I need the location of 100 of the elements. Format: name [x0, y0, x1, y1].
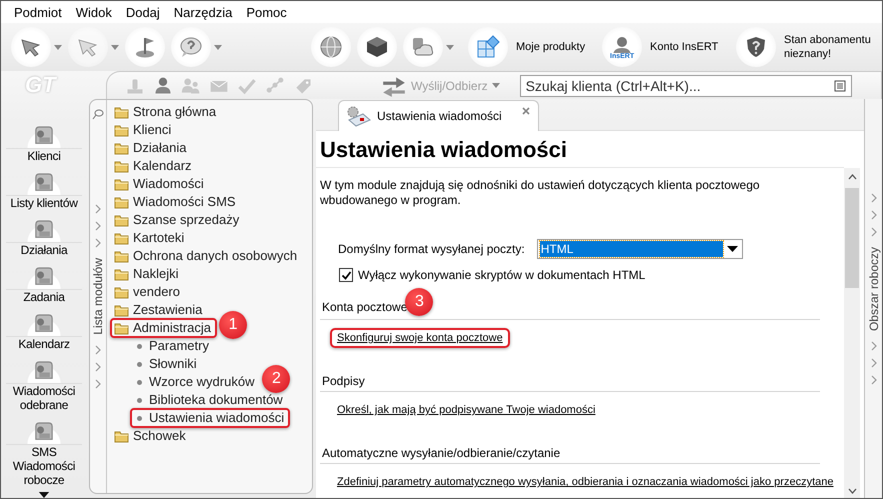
settings-link[interactable]: Określ, jak mają być podpisywane Twoje wiadomości [330, 400, 602, 420]
menu-item[interactable]: Podmiot [7, 4, 69, 20]
format-dropdown[interactable]: HTML [536, 239, 743, 259]
settings-link[interactable]: Skonfiguruj swoje konta pocztowe [330, 328, 510, 348]
bullet-icon [137, 344, 142, 348]
toolbar-button[interactable] [357, 27, 397, 67]
search-field[interactable]: Szukaj klienta (Ctrl+Alt+K)... [520, 74, 852, 96]
cube-icon [365, 35, 389, 59]
tree-item[interactable]: Schowek [110, 426, 192, 446]
folder-icon [114, 195, 129, 209]
tree-item[interactable]: Zestawienia [110, 300, 208, 320]
callout-badge: 1 [219, 311, 248, 339]
section-title: Podpisy [322, 374, 365, 388]
folder-icon [114, 105, 129, 119]
tab[interactable]: Ustawienia wiadomości [338, 100, 539, 131]
tree-item[interactable]: Słowniki [130, 354, 203, 374]
chevron-icon [95, 362, 101, 372]
nav-item[interactable]: Wiadomości odebrane [6, 354, 82, 415]
button-label: Stan abonamentu nieznany! [784, 33, 872, 61]
caret-icon [111, 44, 119, 50]
folder-icon [114, 123, 129, 137]
caret-icon [54, 44, 62, 50]
section-title: Konta pocztowe [322, 300, 408, 314]
tree-item[interactable]: Ustawienia wiadomości [130, 408, 290, 428]
tree-item[interactable]: Wiadomości SMS [110, 192, 242, 212]
chevron-icon [95, 378, 101, 389]
description-text: W tym module znajdują się odnośniki do ustawień dotyczących klienta pocztowego wbudowanego w program. [320, 178, 761, 208]
folder-icon [114, 267, 129, 281]
callout-badge: 2 [262, 365, 290, 393]
chevron-icon [95, 344, 101, 355]
tiles-icon [476, 35, 500, 59]
tree-item[interactable]: Kalendarz [110, 156, 198, 176]
settings-link[interactable]: Zdefiniuj parametry automatycznego wysyłania, odbierania i oznaczania wiadomości jako przeczytane [330, 472, 840, 492]
chevron-icon [870, 358, 876, 368]
toolbar-button[interactable] [11, 27, 62, 67]
caret-icon [492, 83, 500, 88]
tree-item[interactable]: Parametry [130, 336, 215, 356]
folder-icon [114, 429, 129, 443]
network-icon [265, 76, 285, 96]
checkbox[interactable] [339, 268, 353, 282]
tree-item[interactable]: Biblioteka dokumentów [130, 390, 289, 410]
bullet-icon [137, 380, 142, 384]
tree-item[interactable]: Klienci [110, 120, 178, 140]
toolbar-button[interactable]: Moje produkty [468, 27, 588, 67]
scroll-down-icon[interactable] [38, 492, 50, 498]
panel-title[interactable]: Obszar roboczy [866, 247, 880, 332]
gear-icon [345, 105, 371, 127]
menu-item[interactable]: Narzędzia [166, 4, 240, 20]
tree-item[interactable]: Naklejki [110, 264, 185, 284]
scroll-up-icon[interactable] [848, 174, 857, 180]
bullet-icon [137, 416, 142, 420]
checkbox-label[interactable]: Wyłącz wykonywanie skryptów w dokumentach HTML [358, 268, 646, 282]
nav-item[interactable]: SMS Wiadomości robocze [6, 415, 82, 490]
folder-icon [114, 321, 129, 335]
scrollbar[interactable] [844, 168, 860, 498]
help-icon [179, 35, 203, 59]
chevron-icon [870, 341, 876, 352]
tree-item[interactable]: Działania [110, 138, 192, 158]
folder-icon [114, 213, 129, 227]
bullet-icon [137, 398, 142, 402]
panel-title[interactable]: Lista modułów [91, 258, 105, 335]
page-title: Ustawienia wiadomości [316, 131, 844, 168]
menu-item[interactable]: Pomoc [239, 4, 294, 20]
menu-item[interactable]: Dodaj [118, 4, 167, 20]
close-icon[interactable] [522, 107, 530, 115]
caret-icon [214, 44, 222, 50]
tree-item[interactable]: Wzorce wydruków [130, 372, 260, 392]
list-icon[interactable] [834, 80, 846, 92]
menu-item[interactable]: Widok [68, 4, 119, 20]
globe-icon [319, 35, 343, 59]
caret-icon [446, 44, 454, 50]
folder-icon [114, 231, 129, 245]
people-icon [181, 76, 201, 96]
folder-icon [114, 303, 129, 317]
button-label: Moje produkty [516, 40, 586, 54]
chevron-icon [870, 375, 876, 386]
callout-badge: 3 [405, 288, 434, 316]
caret-icon [726, 246, 738, 252]
tree-item[interactable]: Wiadomości [110, 174, 210, 194]
tree-item[interactable]: Strona główna [110, 102, 222, 122]
flag-icon [133, 35, 157, 59]
scroll-down-icon[interactable] [848, 488, 857, 494]
section-title: Automatyczne wysyłanie/odbieranie/czytanie [322, 446, 560, 460]
tree-item[interactable]: vendero [110, 282, 186, 302]
bullet-icon [137, 362, 142, 366]
folder-icon [114, 285, 129, 299]
button-label: Konto InsERT [650, 40, 720, 54]
tree-item[interactable]: Administracja [110, 318, 218, 338]
folder-icon [114, 159, 129, 173]
field-label: Domyślny format wysyłanej poczty: [338, 242, 525, 256]
tree-item[interactable]: Ochrona danych osobowych [110, 246, 304, 266]
folder-icon [114, 177, 129, 191]
tree-item[interactable]: Szanse sprzedaży [110, 210, 246, 230]
folder-icon [114, 249, 129, 263]
toolbar-button[interactable] [153, 76, 173, 96]
folder-icon [114, 141, 129, 155]
person-icon [153, 76, 173, 96]
tree-item[interactable]: Kartoteki [110, 228, 190, 248]
toolbar-button[interactable]: Stan abonamentu nieznany! [736, 27, 872, 67]
shield-icon [744, 35, 768, 59]
